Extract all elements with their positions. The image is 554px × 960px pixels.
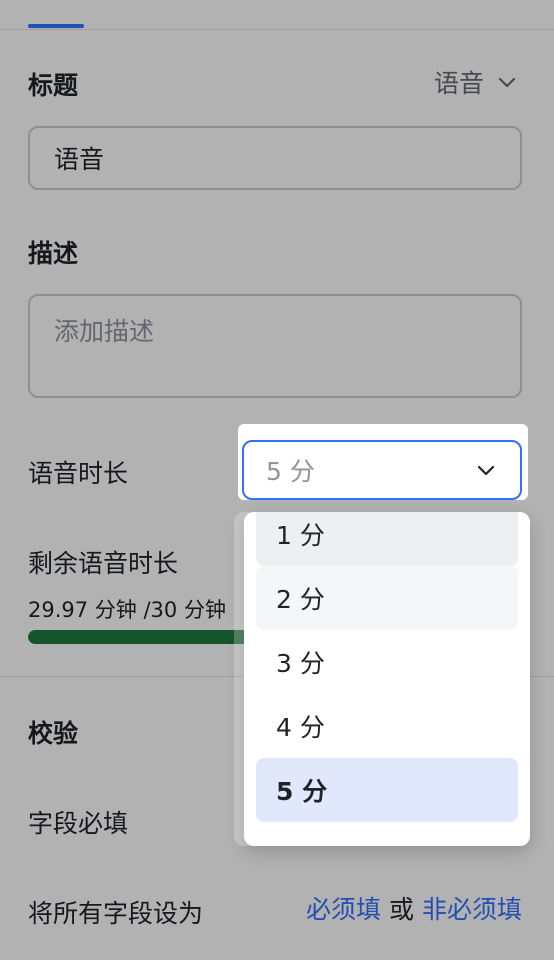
duration-select-highlight: 5 分 [238, 424, 528, 500]
duration-option-label: 3 分 [276, 649, 325, 678]
duration-select-value: 5 分 [266, 457, 315, 486]
duration-option-5[interactable]: 5 分 [256, 758, 518, 822]
duration-select[interactable]: 5 分 [242, 440, 522, 500]
duration-dropdown: 1 分 2 分 3 分 4 分 5 分 [244, 512, 530, 846]
duration-option-2[interactable]: 2 分 [256, 566, 518, 630]
duration-option-label: 2 分 [276, 585, 325, 614]
duration-option-4[interactable]: 4 分 [256, 694, 518, 758]
duration-option-label: 4 分 [276, 713, 325, 742]
duration-option-label: 5 分 [276, 777, 328, 806]
chevron-down-icon [474, 458, 498, 482]
duration-option-1[interactable]: 1 分 [256, 512, 518, 566]
duration-option-list: 1 分 2 分 3 分 4 分 5 分 [256, 512, 518, 822]
duration-option-3[interactable]: 3 分 [256, 630, 518, 694]
duration-option-label: 1 分 [276, 521, 325, 550]
field-settings-page: 标题 语音 语音 描述 添加描述 语音时长 剩余语音时长 29.97 分钟 /3… [0, 0, 554, 960]
